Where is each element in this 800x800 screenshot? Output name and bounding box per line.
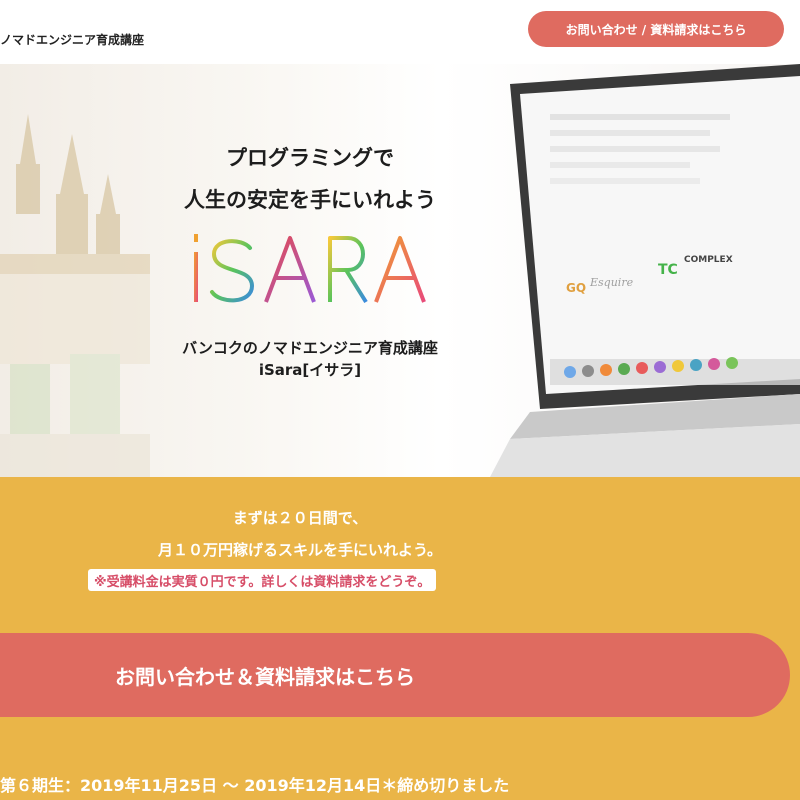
laptop-brand-gq: GQ (566, 281, 586, 295)
promo-line-2: 月１０万円稼げるスキルを手にいれよう。 (157, 541, 443, 559)
laptop-brand-esquire: Esquire (589, 276, 634, 289)
promo-line-1: まずは２０日間で、 (232, 509, 368, 527)
headline-line-1: プログラミングで (226, 146, 394, 170)
hero-subtitle-line-1: バンコクのノマドエンジニア育成講座 (182, 339, 438, 357)
promo-section: まずは２０日間で、 月１０万円稼げるスキルを手にいれよう。 ※受講料金は実質０円… (0, 477, 800, 800)
site-header: ノマドエンジニア育成講座 お問い合わせ / 資料請求はこちら (0, 0, 800, 64)
hero-section: GQ Esquire TC COMPLEX プログラミングで 人生の安定を手にい… (0, 64, 800, 477)
headline-line-2: 人生の安定を手にいれよう (184, 188, 436, 212)
header-contact-button[interactable]: お問い合わせ / 資料請求はこちら (528, 11, 784, 47)
laptop-brand-complex: COMPLEX (684, 255, 733, 265)
laptop-brand-tc: TC (658, 262, 678, 278)
fee-note: ※受講料金は実質０円です。詳しくは資料請求をどうぞ。 (88, 569, 437, 591)
brand-name[interactable]: ノマドエンジニア育成講座 (0, 31, 144, 48)
hero-subtitle-line-2: iSara[イサラ] (258, 361, 362, 379)
contact-request-button-label: お問い合わせ＆資料請求はこちら (115, 665, 415, 689)
isara-logo (194, 234, 426, 304)
cohort-term: 第６期生：2019年11月25日 ～ 2019年12月14日＊締め切りました (0, 776, 510, 795)
hero-content: プログラミングで 人生の安定を手にいれよう バンコクのノマドエンジニア育成講座 … (100, 64, 520, 477)
contact-request-button[interactable]: お問い合わせ＆資料請求はこちら (0, 633, 790, 717)
